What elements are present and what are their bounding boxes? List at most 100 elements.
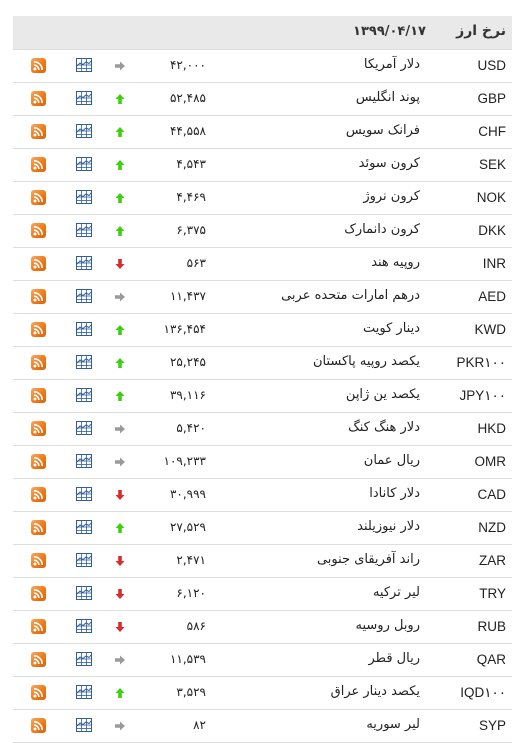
currency-code: INR [482,256,506,271]
currency-row-qar: QAR ریال قطر ۱۱,۵۳۹ [13,644,512,677]
currency-name: دلار هنگ کنگ [348,420,420,435]
arrow-up-icon [115,193,125,203]
currency-row-gbp: GBP پوند انگلیس ۵۲,۴۸۵ [13,83,512,116]
chart-icon[interactable] [76,190,92,204]
rss-feed-icon[interactable] [31,685,46,700]
currency-name: روبل روسیه [355,618,421,633]
rss-feed-icon[interactable] [31,553,46,568]
currency-rate: ۲۵,۲۴۵ [169,355,206,369]
currency-name: درهم امارات متحده عربی [281,288,420,303]
currency-rate: ۳۹,۱۱۶ [169,388,206,402]
chart-icon[interactable] [76,619,92,633]
arrow-right-icon [115,721,125,731]
currency-code: RUB [477,619,506,634]
rss-feed-icon[interactable] [31,355,46,370]
chart-icon[interactable] [76,454,92,468]
rss-feed-icon[interactable] [31,421,46,436]
currency-name: دلار نیوزیلند [357,519,420,534]
rss-feed-icon[interactable] [31,718,46,733]
chart-icon[interactable] [76,58,92,72]
arrow-up-icon [115,94,125,104]
currency-rate: ۴۲,۰۰۰ [169,58,206,72]
currency-name: ریال قطر [368,651,421,666]
rss-feed-icon[interactable] [31,652,46,667]
chart-icon[interactable] [76,388,92,402]
chart-icon[interactable] [76,685,92,699]
arrow-down-icon [115,259,125,269]
rss-feed-icon[interactable] [31,619,46,634]
currency-row-chf: CHF فرانک سویس ۴۴,۵۵۸ [13,116,512,149]
currency-code: NZD [478,520,506,535]
arrow-down-icon [115,622,125,632]
currency-row-pkr: PKR۱۰۰ یکصد روپیه پاکستان ۲۵,۲۴۵ [13,347,512,380]
arrow-up-icon [115,325,125,335]
chart-icon[interactable] [76,421,92,435]
currency-code: HKD [477,421,506,436]
currency-code: QAR [476,652,506,667]
chart-icon[interactable] [76,157,92,171]
currency-name: یکصد روپیه پاکستان [312,354,420,369]
currency-rate: ۱۱,۴۳۷ [169,289,206,303]
currency-code: PKR۱۰۰ [456,355,506,370]
currency-name: فرانک سویس [345,123,420,138]
rss-feed-icon[interactable] [31,91,46,106]
currency-rate: ۶,۱۲۰ [176,586,206,600]
chart-icon[interactable] [76,223,92,237]
arrow-right-icon [115,424,125,434]
rss-feed-icon[interactable] [31,256,46,271]
currency-row-jpy: JPY۱۰۰ یکصد ین ژاپن ۳۹,۱۱۶ [13,380,512,413]
currency-code: OMR [474,454,507,469]
arrow-down-icon [115,490,125,500]
rss-feed-icon[interactable] [31,487,46,502]
chart-icon[interactable] [76,487,92,501]
arrow-up-icon [115,127,125,137]
currency-name: دلار کانادا [369,486,420,501]
currency-rates-table: نرخ ارز ۱۳۹۹/۰۴/۱۷ USD دلار آمریکا ۴۲,۰۰… [13,16,512,743]
chart-icon[interactable] [76,586,92,600]
currency-code: KWD [474,322,507,337]
currency-code: IQD۱۰۰ [460,685,506,700]
currency-rate: ۵۲,۴۸۵ [169,91,206,105]
currency-rate: ۵۸۶ [186,619,206,633]
currency-row-nok: NOK کرون نروژ ۴,۴۶۹ [13,182,512,215]
currency-name: دلار آمریکا [363,57,420,72]
currency-code: JPY۱۰۰ [459,388,506,403]
rss-feed-icon[interactable] [31,190,46,205]
currency-code: SEK [478,157,506,172]
chart-icon[interactable] [76,91,92,105]
currency-row-rub: RUB روبل روسیه ۵۸۶ [13,611,512,644]
chart-icon[interactable] [76,322,92,336]
currency-rate: ۲۷,۵۲۹ [169,520,206,534]
currency-name: یکصد دینار عراق [330,684,420,699]
rss-feed-icon[interactable] [31,58,46,73]
chart-icon[interactable] [76,355,92,369]
chart-icon[interactable] [76,256,92,270]
currency-name: دینار کویت [363,321,420,336]
arrow-down-icon [115,589,125,599]
chart-icon[interactable] [76,652,92,666]
rss-feed-icon[interactable] [31,124,46,139]
currency-row-omr: OMR ریال عمان ۱۰۹,۲۳۳ [13,446,512,479]
arrow-up-icon [115,226,125,236]
rss-feed-icon[interactable] [31,289,46,304]
currency-row-zar: ZAR راند آفریقای جنوبی ۲,۴۷۱ [13,545,512,578]
chart-icon[interactable] [76,289,92,303]
currency-name: پوند انگلیس [355,90,420,105]
currency-rate: ۳۰,۹۹۹ [169,487,206,501]
chart-icon[interactable] [76,553,92,567]
rss-feed-icon[interactable] [31,454,46,469]
rss-feed-icon[interactable] [31,322,46,337]
chart-icon[interactable] [76,124,92,138]
rss-feed-icon[interactable] [31,223,46,238]
rss-feed-icon[interactable] [31,520,46,535]
arrow-right-icon [115,61,125,71]
rss-feed-icon[interactable] [31,388,46,403]
chart-icon[interactable] [76,520,92,534]
rss-feed-icon[interactable] [31,157,46,172]
currency-name: روپیه هند [371,255,420,270]
arrow-up-icon [115,358,125,368]
rss-feed-icon[interactable] [31,586,46,601]
chart-icon[interactable] [76,718,92,732]
arrow-right-icon [115,292,125,302]
currency-rate: ۱۱,۵۳۹ [169,652,206,666]
